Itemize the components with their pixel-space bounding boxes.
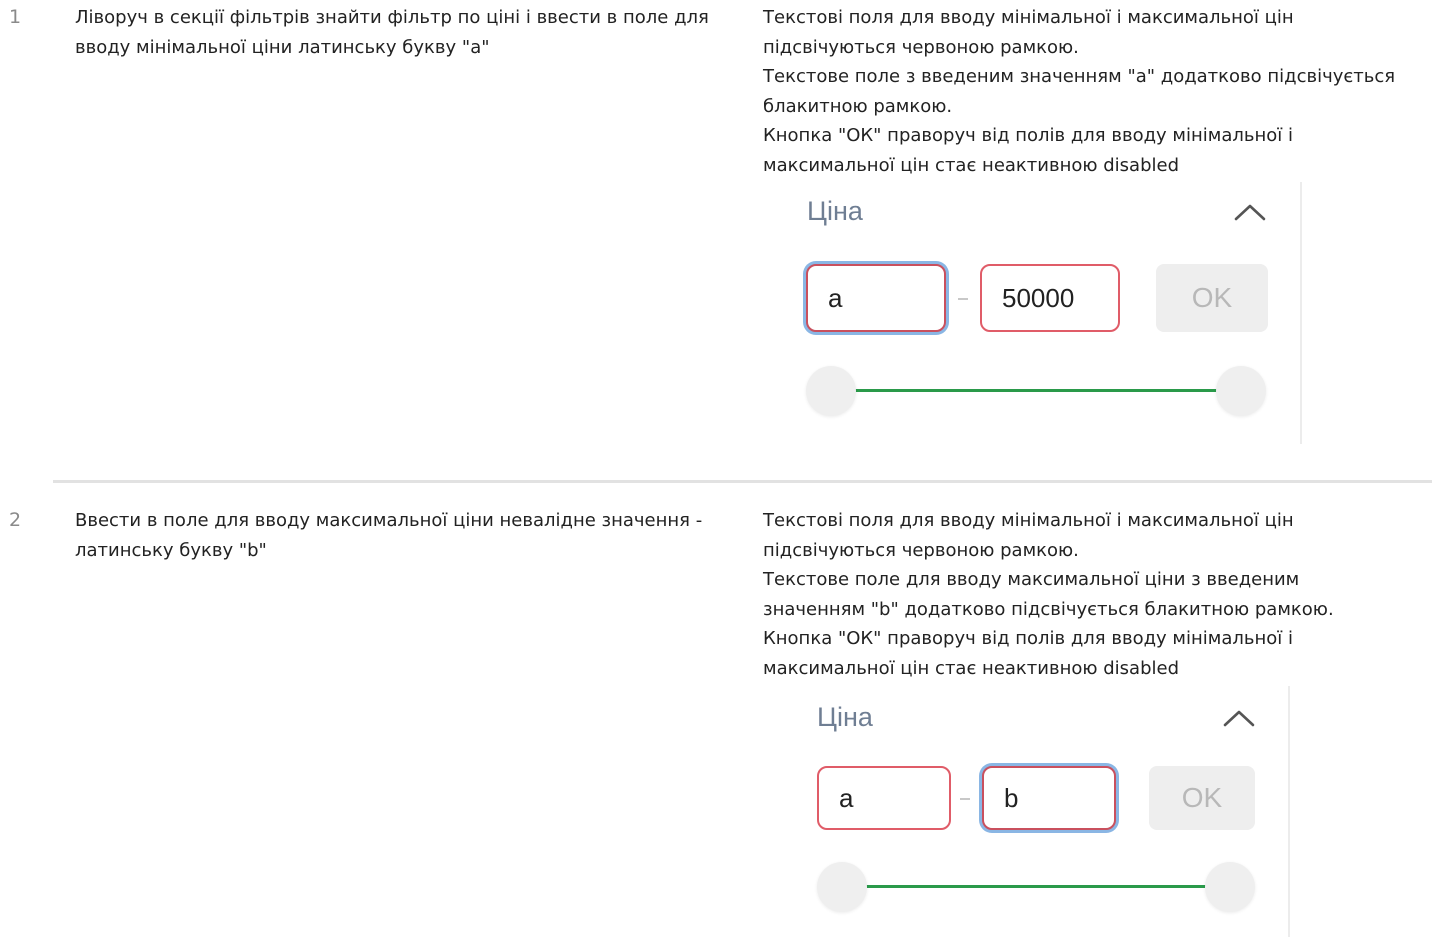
row-divider: [53, 480, 1432, 483]
chevron-up-icon[interactable]: [1233, 202, 1267, 222]
slider-max-handle[interactable]: [1205, 862, 1255, 912]
row-number: 1: [9, 6, 22, 28]
price-filter-title: Ціна: [807, 196, 863, 226]
panel-border: [1300, 182, 1302, 444]
max-price-input[interactable]: 50000: [980, 264, 1120, 332]
slider-max-handle[interactable]: [1216, 366, 1266, 416]
max-price-input[interactable]: b: [982, 766, 1116, 830]
slider-min-handle[interactable]: [806, 366, 856, 416]
step-description: Ліворуч в секції фільтрів знайти фільтр …: [75, 7, 709, 58]
step-description: Ввести в поле для вводу максимальної цін…: [75, 510, 703, 561]
expected-result: Текстові поля для вводу мінімальної і ма…: [763, 7, 1396, 176]
min-price-input[interactable]: a: [806, 264, 946, 332]
price-filter-title: Ціна: [817, 702, 873, 732]
expected-result: Текстові поля для вводу мінімальної і ма…: [763, 510, 1334, 679]
price-filter-screenshot: Ціна a b OK: [800, 686, 1290, 937]
slider-track: [830, 389, 1260, 392]
chevron-up-icon[interactable]: [1222, 708, 1256, 728]
row-number: 2: [9, 509, 22, 531]
slider-track: [840, 885, 1240, 888]
ok-button[interactable]: OK: [1156, 264, 1268, 332]
min-price-input[interactable]: a: [817, 766, 951, 830]
price-filter-screenshot: Ціна a 50000 OK: [790, 182, 1302, 444]
range-separator: [958, 298, 968, 300]
range-separator: [960, 798, 970, 800]
panel-border: [1288, 686, 1290, 937]
slider-min-handle[interactable]: [817, 862, 867, 912]
ok-button[interactable]: OK: [1149, 766, 1255, 830]
